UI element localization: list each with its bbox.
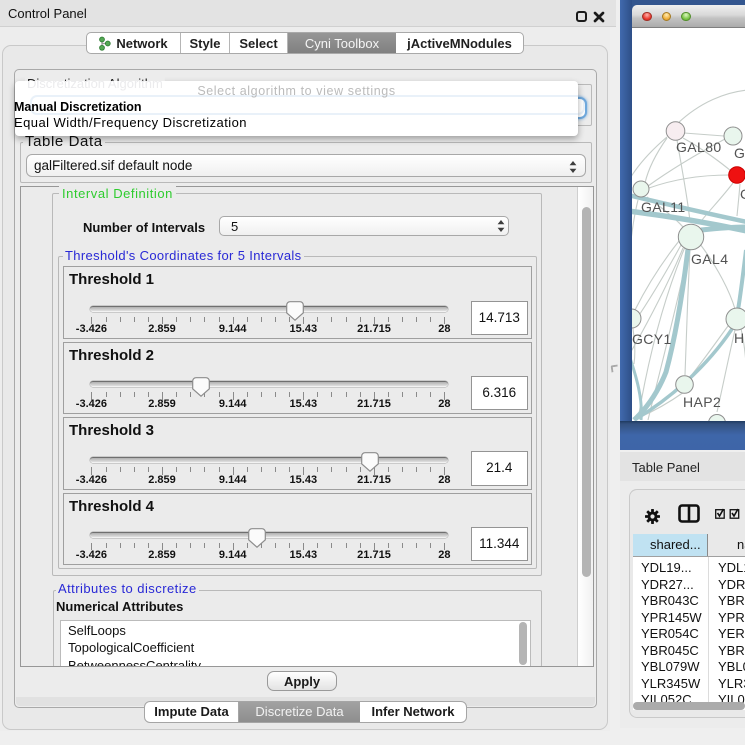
svg-text:HAP2: HAP2 bbox=[683, 394, 721, 410]
svg-text:GAL80: GAL80 bbox=[676, 139, 722, 155]
svg-text:GAL4: GAL4 bbox=[691, 251, 728, 267]
svg-text:GCY1: GCY1 bbox=[632, 331, 672, 347]
svg-text:H: H bbox=[734, 330, 745, 346]
svg-text:GA: GA bbox=[734, 145, 745, 161]
svg-text:C: C bbox=[740, 186, 745, 202]
svg-text:GAL11: GAL11 bbox=[641, 199, 686, 215]
